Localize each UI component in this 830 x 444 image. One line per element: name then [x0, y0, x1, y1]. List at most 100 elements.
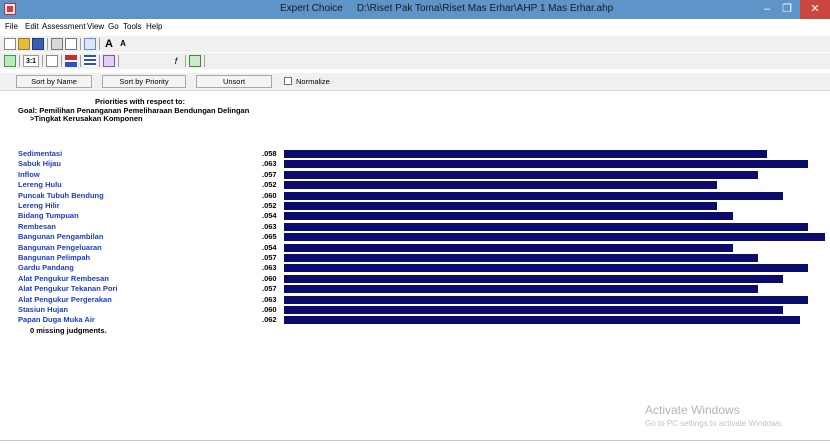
sort-by-priority-button[interactable]: Sort by Priority — [102, 75, 186, 88]
close-button[interactable]: ✕ — [800, 0, 830, 19]
toolbar-separator — [19, 55, 20, 67]
formula-icon[interactable]: f — [170, 55, 182, 67]
pairwise-verbal-icon[interactable] — [46, 55, 58, 67]
model-view-icon[interactable] — [4, 55, 16, 67]
priorities-header: Priorities with respect to: — [94, 97, 186, 106]
priority-row[interactable]: Inflow .057 — [0, 170, 830, 180]
priority-bar — [284, 295, 808, 304]
priority-label: Gardu Pandang — [18, 263, 74, 273]
new-file-icon[interactable] — [4, 38, 16, 50]
unsort-button[interactable]: Unsort — [196, 75, 272, 88]
priority-row[interactable]: Papan Duga Muka Air .062 — [0, 315, 830, 325]
activate-windows-subtitle: Go to PC settings to activate Windows. — [645, 419, 784, 428]
priority-label: Alat Pengukur Rembesan — [18, 273, 109, 283]
priority-row[interactable]: Rembesan .063 — [0, 222, 830, 232]
window-title-path: D:\Riset Pak Toma\Riset Mas Erhar\AHP 1 … — [356, 3, 614, 14]
activate-windows-title: Activate Windows — [645, 403, 740, 417]
priority-row[interactable]: Bangunan Pengambilan .065 — [0, 232, 830, 242]
priority-bar — [284, 181, 717, 190]
priority-value: .054 — [262, 211, 277, 221]
font-smaller-icon[interactable]: A — [117, 38, 129, 50]
priority-row[interactable]: Sedimentasi .058 — [0, 149, 830, 159]
priority-bar — [284, 222, 808, 231]
menu-bar: File Edit Assessment View Go Tools Help — [0, 20, 830, 34]
priorities-icon[interactable] — [84, 55, 96, 67]
toolbar-separator — [42, 55, 43, 67]
toolbar-separator — [80, 55, 81, 67]
normalize-label: Normalize — [296, 77, 330, 86]
priority-label: Bangunan Pengambilan — [18, 232, 104, 242]
priority-row[interactable]: Lereng Hulu .052 — [0, 180, 830, 190]
priority-row[interactable]: Gardu Pandang .063 — [0, 263, 830, 273]
priority-row[interactable]: Bangunan Pengeluaran .054 — [0, 243, 830, 253]
toolbar-separator — [99, 55, 100, 67]
app-icon[interactable] — [4, 3, 16, 15]
priority-label: Puncak Tubuh Bendung — [18, 190, 104, 200]
priority-row[interactable]: Lereng Hilir .052 — [0, 201, 830, 211]
priority-value: .057 — [262, 253, 277, 262]
open-folder-icon[interactable] — [18, 38, 30, 50]
priority-bar — [284, 285, 758, 294]
priority-label: Papan Duga Muka Air — [18, 315, 95, 325]
priority-bar — [284, 170, 758, 179]
missing-judgments: 0 missing judgments. — [30, 325, 107, 335]
priority-row[interactable]: Bangunan Pelimpah .057 — [0, 253, 830, 263]
menu-go[interactable]: Go — [108, 22, 119, 31]
synthesize-icon[interactable] — [103, 55, 115, 67]
minimize-button[interactable]: – — [758, 0, 776, 19]
pairwise-graphical-icon[interactable] — [65, 55, 77, 67]
priority-value: .052 — [262, 201, 277, 210]
priority-row[interactable]: Bidang Tumpuan .054 — [0, 211, 830, 221]
priority-row[interactable]: Alat Pengukur Rembesan .060 — [0, 274, 830, 284]
subgoal-text: >Tingkat Kerusakan Komponen — [30, 114, 143, 123]
menu-help[interactable]: Help — [146, 22, 162, 31]
print-preview-icon[interactable] — [65, 38, 77, 50]
priority-row[interactable]: Puncak Tubuh Bendung .060 — [0, 191, 830, 201]
priority-label: Sedimentasi — [18, 149, 63, 158]
priority-bar — [284, 191, 783, 200]
priority-bar — [284, 202, 717, 210]
priority-value: .060 — [262, 273, 277, 283]
priority-label: Rembesan — [18, 221, 56, 231]
priority-row[interactable]: Alat Pengukur Tekanan Pori .057 — [0, 284, 830, 294]
priority-bar — [284, 316, 800, 325]
priority-bar — [284, 243, 733, 252]
window-title-app: Expert Choice — [280, 3, 343, 14]
window-title: Expert Choice D:\Riset Pak Toma\Riset Mas… — [280, 3, 613, 14]
menu-assessment[interactable]: Assessment — [42, 22, 86, 31]
menu-edit[interactable]: Edit — [25, 22, 39, 31]
priority-value: .057 — [262, 169, 277, 179]
priority-value: .063 — [262, 159, 277, 169]
toolbar-assessment: 3:1 f — [0, 53, 830, 69]
priority-value: .054 — [262, 242, 277, 252]
menu-tools[interactable]: Tools — [123, 22, 142, 31]
priority-row[interactable]: Alat Pengukur Pergerakan .063 — [0, 295, 830, 305]
priority-value: .052 — [262, 180, 277, 190]
zoom-icon[interactable] — [84, 38, 96, 50]
grid-view-icon[interactable] — [189, 55, 201, 67]
priority-bar — [284, 150, 767, 158]
font-larger-icon[interactable]: A — [103, 38, 115, 50]
toolbar-separator — [61, 55, 62, 67]
normalize-checkbox[interactable] — [284, 77, 292, 85]
priority-label: Stasiun Hujan — [18, 305, 69, 314]
priority-bar — [284, 233, 825, 242]
print-icon[interactable] — [51, 38, 63, 50]
priority-label: Bidang Tumpuan — [18, 211, 79, 221]
menu-view[interactable]: View — [87, 22, 104, 31]
save-icon[interactable] — [32, 38, 44, 50]
toolbar-standard: A A — [0, 36, 830, 52]
sort-bar: Sort by Name Sort by Priority Unsort Nor… — [0, 73, 830, 91]
menu-file[interactable]: File — [5, 22, 18, 31]
priority-value: .063 — [262, 294, 277, 304]
pairwise-numerical-button[interactable]: 3:1 — [23, 55, 39, 67]
priority-row[interactable]: Stasiun Hujan .060 — [0, 305, 830, 315]
priority-label: Alat Pengukur Pergerakan — [18, 294, 112, 304]
priority-label: Alat Pengukur Tekanan Pori — [18, 284, 118, 294]
restore-button[interactable]: ❐ — [778, 0, 796, 19]
priority-value: .063 — [262, 263, 277, 273]
sort-by-name-button[interactable]: Sort by Name — [16, 75, 92, 88]
title-bar: Expert Choice D:\Riset Pak Toma\Riset Mas… — [0, 0, 830, 19]
priority-value: .062 — [262, 315, 277, 325]
priority-row[interactable]: Sabuk Hijau .063 — [0, 159, 830, 169]
